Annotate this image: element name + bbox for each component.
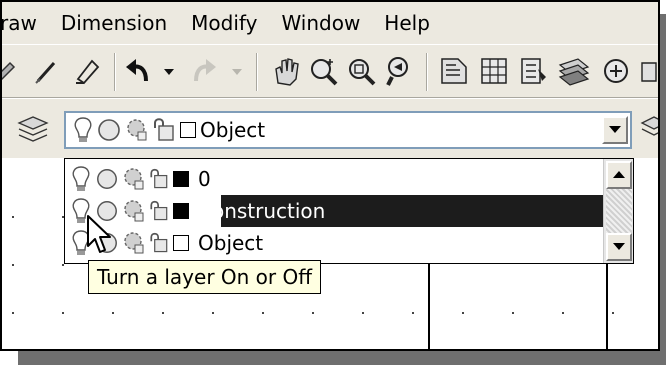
draw-tool-icon[interactable] [0,55,20,87]
chevron-down-icon [609,126,621,133]
layer-row-object[interactable]: Object [69,227,601,259]
layer-color-swatch[interactable] [180,122,196,138]
grid-dot [12,216,14,218]
viewport-freeze-icon[interactable] [124,116,148,144]
properties-icon[interactable] [438,55,470,87]
grid-dot [312,312,314,314]
pan-icon[interactable] [270,55,302,87]
viewport-freeze-icon[interactable] [121,229,145,257]
scroll-up-button[interactable] [606,161,632,189]
layer-color-swatch[interactable] [173,203,189,219]
layer-row-0[interactable]: 0 [69,163,601,195]
layer-name: Construction [198,199,326,223]
dropdown-scrollbar[interactable] [603,159,633,263]
grid-dot [362,312,364,314]
lock-icon[interactable] [150,116,178,144]
layer-dropdown-button[interactable] [602,116,628,144]
drawing-line [606,264,608,349]
layer-row-construction[interactable]: Construction [69,195,601,227]
mouse-pointer-icon [87,215,111,253]
menu-draw[interactable]: raw [2,11,37,35]
chevron-down-icon [613,243,625,250]
lock-icon[interactable] [147,165,171,193]
zoom-previous-icon[interactable] [384,55,416,87]
viewport-freeze-icon[interactable] [121,197,145,225]
toolbar-separator [256,53,258,91]
grid-dot [562,312,564,314]
tool-palettes-icon[interactable] [518,55,550,87]
sheet-set-icon[interactable] [558,55,590,87]
grid-dot [262,312,264,314]
grid-dot [612,312,614,314]
scroll-track[interactable] [606,189,632,233]
grid-dot [12,312,14,314]
layer-name: 0 [198,167,211,191]
grid-dot [512,312,514,314]
freeze-sun-icon[interactable] [95,165,119,193]
toolbar-separator [426,53,428,91]
drawing-line [428,264,430,349]
freeze-sun-icon[interactable] [96,116,122,144]
grid-dot [62,312,64,314]
layer-manager-icon[interactable] [16,113,50,145]
tooltip: Turn a layer On or Off [88,260,322,294]
application-window: raw Dimension Modify Window Help Object … [0,0,660,351]
current-layer-name: Object [200,118,266,142]
menu-window[interactable]: Window [281,11,360,35]
grid-dot [112,312,114,314]
viewport-freeze-icon[interactable] [121,165,145,193]
layer-color-swatch[interactable] [173,235,189,251]
layer-control-combo[interactable]: Object [64,111,632,149]
undo-icon[interactable] [122,55,154,87]
layer-previous-icon[interactable] [640,111,660,143]
markup-icon[interactable] [600,55,632,87]
zoom-window-icon[interactable] [346,55,378,87]
match-properties-icon[interactable] [72,55,104,87]
scroll-down-button[interactable] [606,233,632,261]
menu-dimension[interactable]: Dimension [61,11,167,35]
menu-bar: raw Dimension Modify Window Help [2,2,658,44]
standard-toolbar [2,44,658,98]
zoom-realtime-icon[interactable] [308,55,340,87]
grid-dot [162,312,164,314]
toolbar-separator [114,53,116,91]
menu-modify[interactable]: Modify [191,11,257,35]
toolbar-overflow-icon[interactable] [638,55,660,87]
pencil-icon[interactable] [32,55,64,87]
grid-dot [212,312,214,314]
lock-icon[interactable] [147,229,171,257]
layer-name: Object [198,231,264,255]
lightbulb-icon[interactable] [69,165,93,193]
window-shadow-bottom [18,349,666,365]
redo-icon[interactable] [188,55,220,87]
design-center-icon[interactable] [478,55,510,87]
menu-help[interactable]: Help [384,11,430,35]
undo-dropdown-icon[interactable] [160,55,178,87]
chevron-up-icon [613,171,625,178]
grid-dot [12,264,14,266]
lock-icon[interactable] [147,197,171,225]
lightbulb-icon[interactable] [72,116,94,144]
layers-toolbar: Object [2,98,658,158]
grid-dot [462,312,464,314]
grid-dot [62,264,64,266]
layer-dropdown-list: 0 Construction Object [64,158,634,264]
redo-dropdown-icon[interactable] [228,55,246,87]
grid-dot [412,312,414,314]
layer-color-swatch[interactable] [173,171,189,187]
